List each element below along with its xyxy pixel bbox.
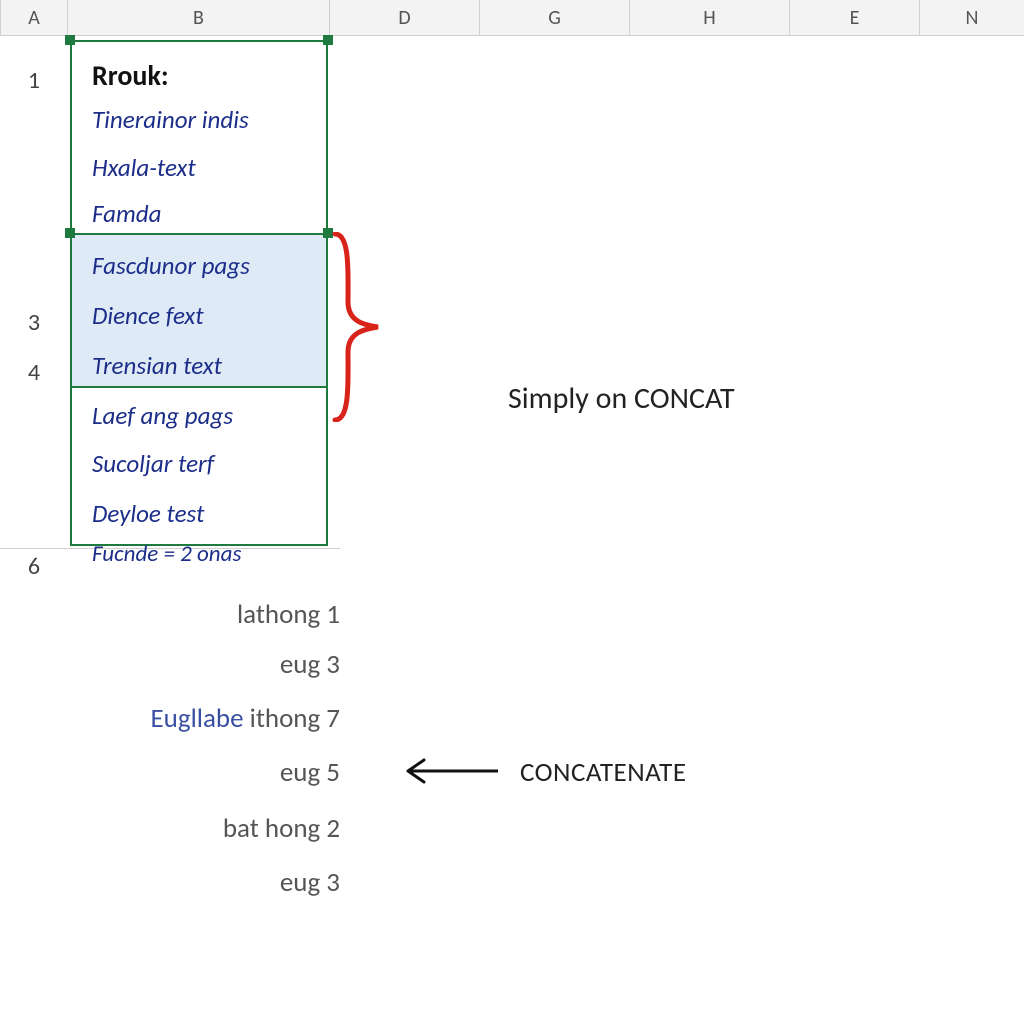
col-header-G[interactable]: G <box>480 0 630 36</box>
lower-list-4: eug 5 <box>80 756 340 789</box>
col-header-N[interactable]: N <box>920 0 1024 36</box>
cell-b8[interactable]: Laef ang pags <box>92 400 322 431</box>
col-header-B[interactable]: B <box>68 0 330 36</box>
annotation-concatenate: CONCATENATE <box>520 756 687 789</box>
lower-list-3: Eugllabe ithong 7 <box>80 702 340 735</box>
annotation-concat-hint: Simply on CONCAT <box>508 380 735 417</box>
lower-list-2: eug 3 <box>80 648 340 681</box>
row-header-6[interactable]: 6 <box>0 552 68 581</box>
row-header-4[interactable]: 4 <box>0 358 68 387</box>
cell-b6[interactable]: Dience fext <box>92 300 322 331</box>
cell-b5[interactable]: Fascdunor pags <box>92 250 322 281</box>
row-header-3[interactable]: 3 <box>0 308 68 337</box>
cell-b3[interactable]: Hxala-text <box>92 152 322 183</box>
cell-b11[interactable]: Fucnde = 2 onas <box>92 540 322 564</box>
lower-list-3-prefix: Eugllabe <box>151 702 244 735</box>
column-header-row: A B D G H E N <box>0 0 1024 36</box>
lower-list-6: eug 3 <box>80 866 340 899</box>
lower-list-5: bat hong 2 <box>80 812 340 845</box>
cell-b9[interactable]: Sucoljar terf <box>92 448 322 479</box>
col-header-E[interactable]: E <box>790 0 920 36</box>
selection-handle-ml[interactable] <box>65 228 75 238</box>
lower-list-1: lathong 1 <box>80 598 340 631</box>
cell-b2[interactable]: Tinerainor indis <box>92 104 322 135</box>
cell-b4[interactable]: Famda <box>92 198 322 229</box>
row-header-1[interactable]: 1 <box>0 66 68 95</box>
arrow-left-icon <box>390 756 500 786</box>
col-header-H[interactable]: H <box>630 0 790 36</box>
col-header-D[interactable]: D <box>330 0 480 36</box>
selection-handle-tr[interactable] <box>323 35 333 45</box>
cell-b10[interactable]: Deyloe test <box>92 498 322 529</box>
brace-icon <box>330 232 390 422</box>
col-header-A[interactable]: A <box>0 0 68 36</box>
selection-handle-tl[interactable] <box>65 35 75 45</box>
lower-list-3-rest: ithong 7 <box>250 702 340 735</box>
cell-b1[interactable]: Rrouk: <box>92 58 322 93</box>
cell-b7[interactable]: Trensian text <box>92 350 322 381</box>
